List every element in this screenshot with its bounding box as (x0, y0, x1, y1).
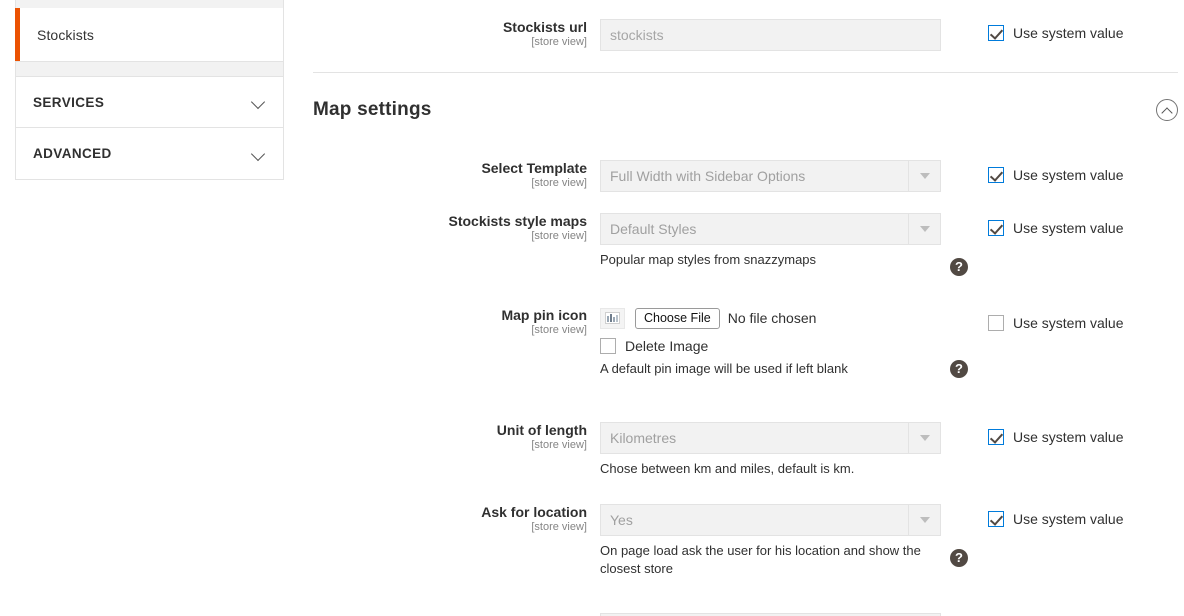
checkbox-icon[interactable] (988, 25, 1004, 41)
unit-of-length-dropdown[interactable]: Kilometres (600, 422, 941, 454)
admin-config-page: Stockists SERVICES ADVANCED Stockists ur… (0, 0, 1184, 616)
field-ask-for-location: Ask for location [store view] Yes On pag… (313, 504, 1178, 578)
sidebar-top-strip (15, 0, 284, 8)
field-scope: [store view] (531, 177, 587, 189)
field-label: Ask for location (481, 504, 587, 520)
config-sidebar: Stockists SERVICES ADVANCED (15, 0, 284, 180)
use-system-value-label: Use system value (1013, 25, 1124, 41)
delete-image-label: Delete Image (625, 338, 709, 354)
help-icon[interactable]: ? (950, 549, 968, 567)
field-stockists-style-maps: Stockists style maps [store view] Defaul… (313, 213, 1178, 276)
field-label-col: Stockists url [store view] (313, 19, 600, 50)
use-system-value-stockists-url[interactable]: Use system value (988, 25, 1123, 41)
help-icon[interactable]: ? (950, 360, 968, 378)
field-map-pin-icon: Map pin icon [store view] Choose File No… (313, 307, 1178, 378)
select-template-dropdown[interactable]: Full Width with Sidebar Options (600, 160, 941, 192)
field-note: Popular map styles from snazzymaps (600, 252, 817, 267)
choose-file-button[interactable]: Choose File (635, 307, 720, 329)
field-label-col: Stockists style maps [store view] (313, 213, 600, 244)
field-unit-of-length: Unit of length [store view] Kilometres C… (313, 422, 1178, 478)
field-label: Select Template (481, 160, 587, 176)
config-main-content: Stockists url [store view] Use system va… (313, 0, 1178, 616)
field-label: Stockists style maps (448, 213, 587, 229)
checkbox-icon[interactable] (988, 167, 1004, 183)
checkbox-icon[interactable] (988, 220, 1004, 236)
broken-image-icon (600, 307, 625, 329)
use-system-value-stockists-style-maps[interactable]: Use system value (988, 220, 1123, 236)
chevron-down-icon (919, 517, 930, 523)
use-system-value-map-pin-icon[interactable]: Use system value (988, 315, 1123, 331)
field-scope: [store view] (531, 439, 587, 451)
sidebar-section-services[interactable]: SERVICES (15, 76, 284, 128)
stockists-style-maps-dropdown[interactable]: Default Styles (600, 213, 941, 245)
field-label-col: Select Template [store view] (313, 160, 600, 191)
field-note: Chose between km and miles, default is k… (600, 461, 855, 476)
sidebar-item-stockists[interactable]: Stockists (37, 27, 94, 43)
chevron-down-icon (251, 97, 267, 107)
help-icon[interactable]: ? (950, 258, 968, 276)
field-note: A default pin image will be used if left… (600, 361, 848, 376)
use-system-value-label: Use system value (1013, 511, 1124, 527)
use-system-value-label: Use system value (1013, 315, 1124, 331)
stockists-style-maps-value: Default Styles (610, 221, 697, 237)
ask-for-location-dropdown[interactable]: Yes (600, 504, 941, 536)
field-label: Map pin icon (501, 307, 587, 323)
chevron-down-icon (919, 435, 930, 441)
checkbox-icon[interactable] (988, 429, 1004, 445)
checkbox-icon[interactable] (988, 511, 1004, 527)
ask-for-location-toggle[interactable] (908, 505, 940, 535)
field-label-col: Unit of length [store view] (313, 422, 600, 453)
no-file-chosen-text: No file chosen (727, 310, 817, 326)
field-scope: [store view] (531, 230, 587, 242)
field-label: Stockists url (502, 19, 587, 35)
delete-image-row[interactable]: Delete Image (600, 338, 1178, 354)
use-system-value-label: Use system value (1013, 167, 1124, 183)
unit-of-length-toggle[interactable] (908, 423, 940, 453)
stockists-url-input[interactable] (600, 19, 941, 51)
chevron-up-circle-icon[interactable] (1156, 99, 1178, 121)
use-system-value-label: Use system value (1013, 429, 1124, 445)
sidebar-active-panel: Stockists (15, 8, 284, 62)
sidebar-section-services-label: SERVICES (33, 94, 105, 110)
unit-of-length-value: Kilometres (610, 430, 677, 446)
chevron-down-icon (919, 226, 930, 232)
ask-for-location-value: Yes (610, 512, 633, 528)
field-scope: [store view] (531, 521, 587, 533)
checkbox-icon[interactable] (600, 338, 616, 354)
sidebar-spacer (15, 62, 284, 76)
stockists-style-maps-toggle[interactable] (908, 214, 940, 244)
select-template-value: Full Width with Sidebar Options (610, 168, 806, 184)
use-system-value-ask-for-location[interactable]: Use system value (988, 511, 1123, 527)
checkbox-icon[interactable] (988, 315, 1004, 331)
use-system-value-select-template[interactable]: Use system value (988, 167, 1123, 183)
field-label-col: Map pin icon [store view] (313, 307, 600, 338)
select-template-toggle[interactable] (908, 161, 940, 191)
use-system-value-unit-of-length[interactable]: Use system value (988, 429, 1123, 445)
sidebar-section-advanced-label: ADVANCED (33, 146, 112, 161)
field-stockists-url: Stockists url [store view] Use system va… (313, 0, 1178, 51)
map-settings-header: Map settings (313, 99, 1178, 121)
field-scope: [store view] (531, 324, 587, 336)
use-system-value-label: Use system value (1013, 220, 1124, 236)
field-note: On page load ask the user for his locati… (600, 543, 921, 576)
field-scope: [store view] (531, 36, 587, 48)
page-title: Map settings (313, 99, 432, 120)
section-divider (313, 72, 1178, 73)
sidebar-section-advanced[interactable]: ADVANCED (15, 128, 284, 180)
chevron-down-icon (919, 173, 930, 179)
field-label: Unit of length (496, 422, 587, 438)
field-select-template: Select Template [store view] Full Width … (313, 160, 1178, 192)
chevron-down-icon (251, 149, 267, 159)
field-label-col: Ask for location [store view] (313, 504, 600, 535)
